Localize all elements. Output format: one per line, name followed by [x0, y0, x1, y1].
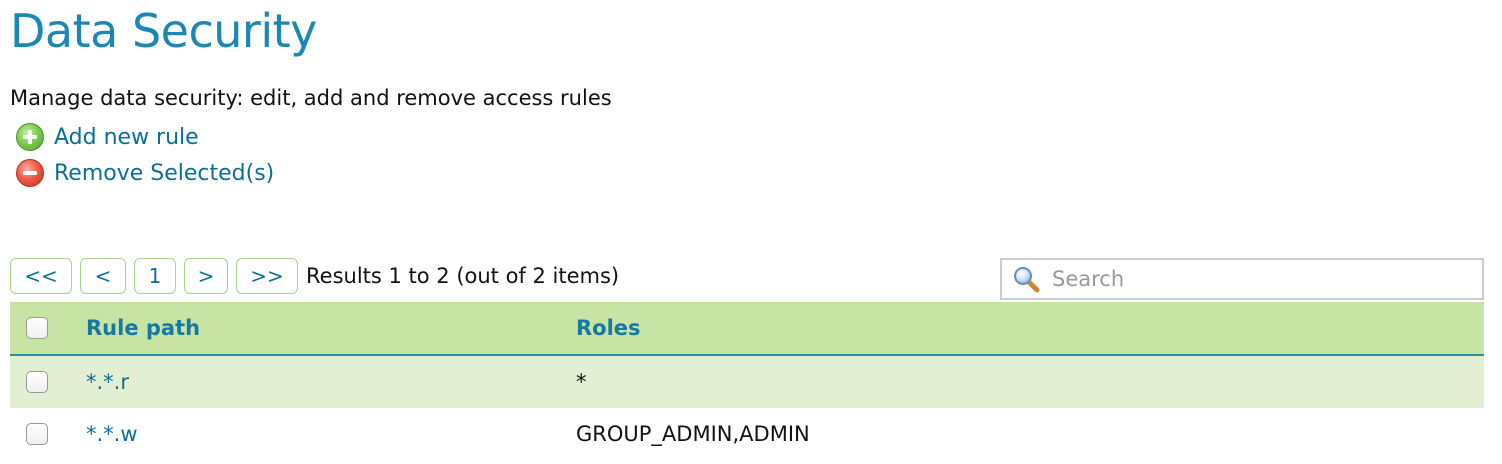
- row-select-cell: [10, 371, 86, 393]
- data-security-page: Data Security Manage data security: edit…: [0, 0, 1502, 464]
- previous-page-button[interactable]: <: [80, 258, 126, 294]
- roles-cell: *: [576, 370, 587, 394]
- select-all-checkbox[interactable]: [26, 317, 48, 339]
- plus-circle-icon: [16, 123, 44, 151]
- roles-cell: GROUP_ADMIN,ADMIN: [576, 422, 810, 446]
- table-row: *.*.w GROUP_ADMIN,ADMIN: [10, 408, 1484, 460]
- row-checkbox[interactable]: [26, 423, 48, 445]
- minus-circle-icon: [16, 159, 44, 187]
- rule-path-link[interactable]: *.*.r: [86, 370, 129, 394]
- last-page-button[interactable]: >>: [236, 258, 298, 294]
- page-description: Manage data security: edit, add and remo…: [10, 86, 612, 110]
- remove-selected-button[interactable]: Remove Selected(s): [16, 158, 274, 188]
- table-row: *.*.r *: [10, 356, 1484, 408]
- remove-selected-label: Remove Selected(s): [54, 160, 275, 186]
- page-1-button[interactable]: 1: [134, 258, 176, 294]
- rule-path-link[interactable]: *.*.w: [86, 422, 138, 446]
- search-box: [1000, 258, 1484, 300]
- add-new-rule-label: Add new rule: [54, 124, 199, 150]
- page-title: Data Security: [10, 4, 317, 58]
- add-new-rule-button[interactable]: Add new rule: [16, 122, 199, 152]
- column-header-roles[interactable]: Roles: [576, 316, 641, 340]
- select-all-cell: [10, 317, 86, 339]
- column-header-rule-path[interactable]: Rule path: [86, 316, 576, 340]
- row-checkbox[interactable]: [26, 371, 48, 393]
- search-input[interactable]: [1050, 266, 1454, 292]
- first-page-button[interactable]: <<: [10, 258, 72, 294]
- rule-path-cell: *.*.r: [86, 370, 576, 394]
- rules-table: Rule path Roles *.*.r * *.*.w GROUP_ADMI…: [10, 302, 1484, 460]
- results-count: Results 1 to 2 (out of 2 items): [306, 264, 620, 288]
- pagination: << < 1 > >> Results 1 to 2 (out of 2 ite…: [10, 258, 619, 294]
- table-header: Rule path Roles: [10, 302, 1484, 356]
- next-page-button[interactable]: >: [184, 258, 228, 294]
- rule-path-cell: *.*.w: [86, 422, 576, 446]
- magnifier-icon: [1012, 265, 1040, 293]
- row-select-cell: [10, 423, 86, 445]
